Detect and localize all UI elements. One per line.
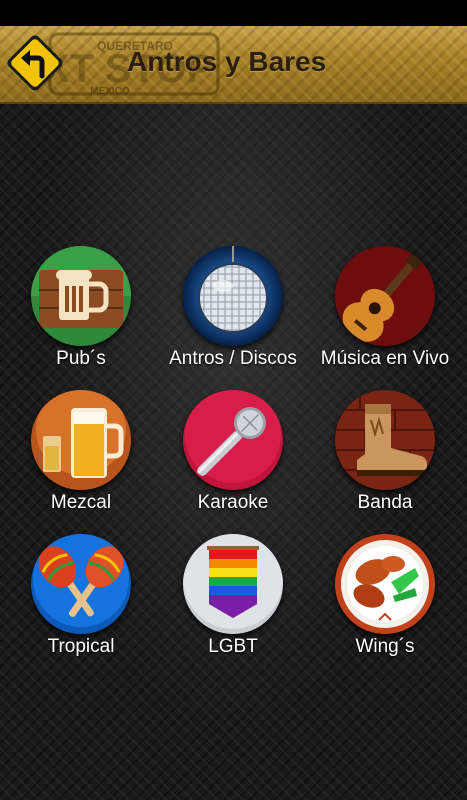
category-karaoke[interactable]: Karaoke (155, 388, 311, 518)
category-label: Banda (357, 492, 413, 513)
app-screen: QUERETARO XT STOP MEXICO Antros y Bares (0, 0, 467, 800)
category-label: Antros / Discos (169, 348, 297, 369)
rainbow-flag-icon (183, 534, 283, 634)
category-label: Pub´s (56, 348, 106, 369)
guitar-icon (335, 246, 435, 346)
logo-bottom-text: MEXICO (90, 86, 130, 97)
page-title: Antros y Bares (127, 46, 327, 77)
disco-ball-icon (183, 246, 283, 346)
category-label: Mezcal (50, 492, 112, 513)
category-musica-en-vivo[interactable]: Música en Vivo (307, 244, 463, 374)
back-button[interactable] (4, 32, 66, 94)
cowboy-boot-icon (335, 390, 435, 490)
status-bar (0, 0, 467, 26)
category-label: Karaoke (197, 492, 269, 513)
category-label: Wing´s (355, 636, 415, 657)
mezcal-glasses-icon (31, 390, 131, 490)
maracas-icon (31, 534, 131, 634)
beer-mug-icon (31, 246, 131, 346)
category-pubs[interactable]: Pub´s (3, 244, 159, 374)
category-antros-discos[interactable]: Antros / Discos (155, 244, 311, 374)
category-label: Tropical (47, 636, 115, 657)
category-label: Música en Vivo (320, 348, 450, 369)
category-label: LGBT (208, 636, 258, 657)
microphone-icon (183, 390, 283, 490)
category-tropical[interactable]: Tropical (3, 532, 159, 662)
back-arrow-sign-icon (7, 35, 63, 91)
category-wings[interactable]: Wing´s (307, 532, 463, 662)
category-banda[interactable]: Banda (307, 388, 463, 518)
category-lgbt[interactable]: LGBT (155, 532, 311, 662)
chicken-wings-icon (335, 534, 435, 634)
category-mezcal[interactable]: Mezcal (3, 388, 159, 518)
header-bar: QUERETARO XT STOP MEXICO Antros y Bares (0, 26, 467, 104)
